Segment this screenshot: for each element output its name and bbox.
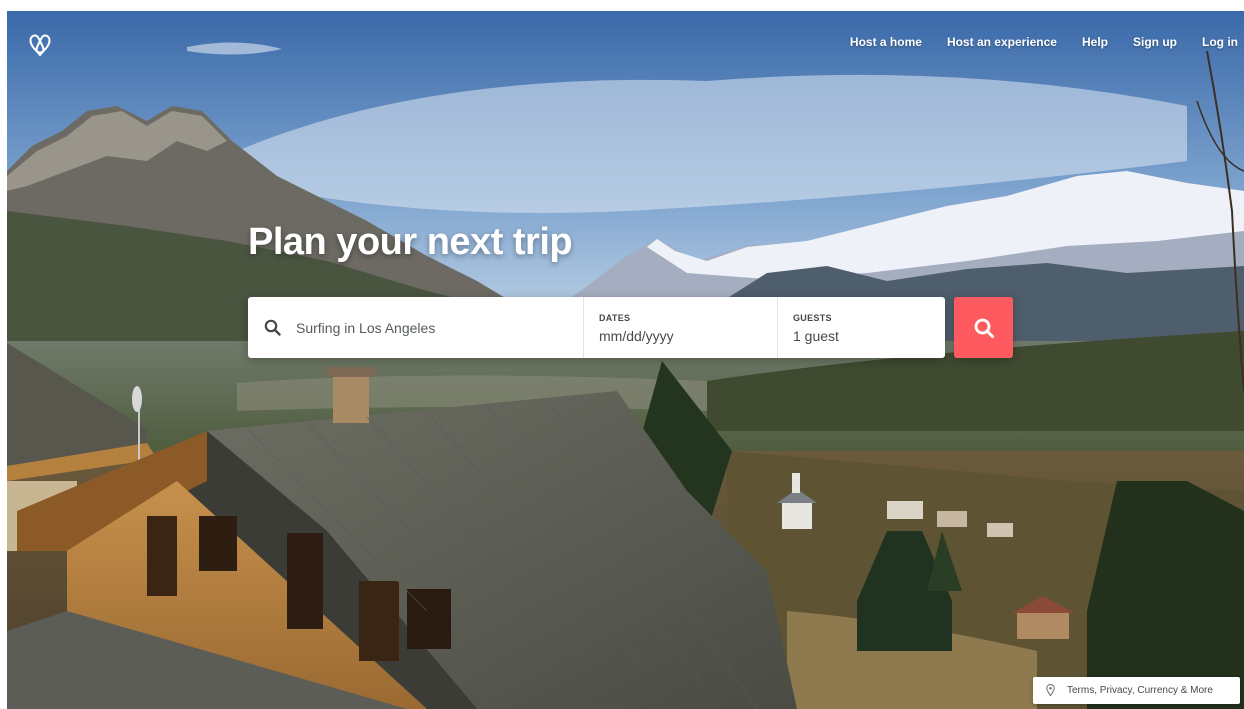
where-search-field[interactable]: Surfing in Los Angeles — [248, 297, 583, 358]
dates-field[interactable]: DATES mm/dd/yyyy — [583, 297, 778, 358]
guests-label: GUESTS — [793, 313, 832, 323]
top-navbar: Host a home Host an experience Help Sign… — [7, 11, 1244, 73]
hero-background: Host a home Host an experience Help Sign… — [7, 11, 1244, 709]
footer-link-text: Terms, Privacy, Currency & More — [1067, 685, 1213, 696]
nav-log-in[interactable]: Log in — [1202, 35, 1238, 49]
where-search-input[interactable]: Surfing in Los Angeles — [296, 320, 435, 336]
nav-links: Host a home Host an experience Help Sign… — [825, 35, 1238, 49]
hero-title: Plan your next trip — [248, 221, 573, 263]
nav-host-a-home[interactable]: Host a home — [850, 35, 922, 49]
map-pin-icon — [1046, 684, 1055, 696]
search-icon — [974, 318, 994, 338]
guests-selector[interactable]: 1 guest — [793, 328, 839, 344]
nav-help[interactable]: Help — [1082, 35, 1108, 49]
nav-sign-up[interactable]: Sign up — [1133, 35, 1177, 49]
search-bar: Surfing in Los Angeles DATES mm/dd/yyyy … — [248, 297, 945, 358]
dates-label: DATES — [599, 313, 631, 323]
search-button[interactable] — [954, 297, 1013, 358]
guests-field[interactable]: GUESTS 1 guest — [777, 297, 946, 358]
search-icon — [264, 319, 281, 336]
dates-input[interactable]: mm/dd/yyyy — [599, 328, 674, 344]
airbnb-logo-icon[interactable] — [27, 29, 53, 57]
nav-host-an-experience[interactable]: Host an experience — [947, 35, 1057, 49]
mountain-landscape-image — [7, 11, 1244, 709]
terms-privacy-currency-button[interactable]: Terms, Privacy, Currency & More — [1033, 677, 1240, 704]
